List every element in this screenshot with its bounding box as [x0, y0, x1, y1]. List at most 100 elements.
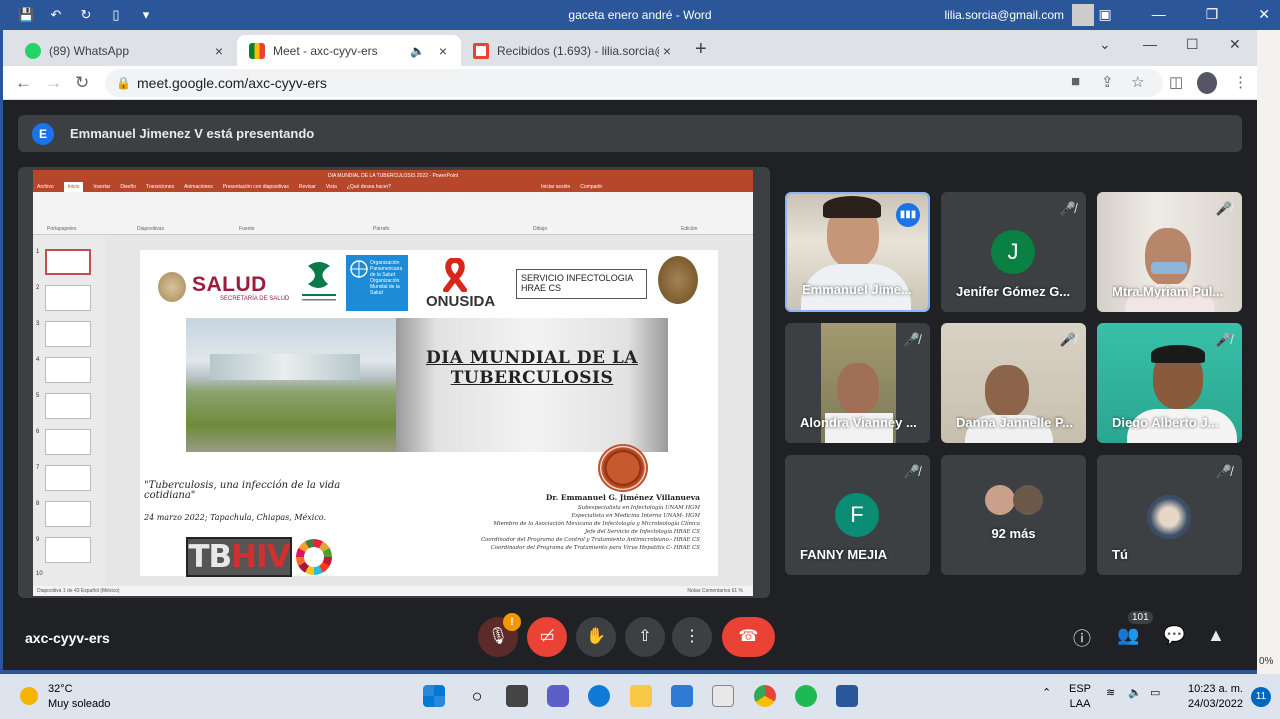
audio-playing-icon[interactable]: 🔈 — [410, 44, 425, 58]
thumb-number: 6 — [36, 429, 40, 435]
reload-icon[interactable]: ↻ — [75, 73, 89, 93]
sun-icon — [20, 687, 38, 705]
sdg-wheel-icon — [296, 539, 332, 575]
mic-off-icon: 🎤̸ — [1215, 464, 1232, 479]
teams-chat-icon[interactable] — [547, 685, 569, 707]
new-tab-icon[interactable]: + — [695, 38, 707, 61]
task-view-icon[interactable] — [506, 685, 528, 707]
restore-icon[interactable]: ❐ — [1206, 6, 1219, 23]
back-icon[interactable]: ← — [15, 73, 32, 93]
thumb-number: 10 — [36, 571, 43, 577]
participant-name: Emmanuel Jime... — [802, 282, 912, 297]
wifi-icon[interactable]: ≋ — [1106, 686, 1115, 699]
forward-icon[interactable]: → — [45, 73, 62, 93]
bookmark-star-icon[interactable]: ☆ — [1131, 73, 1144, 91]
share-icon[interactable]: ⇪ — [1101, 73, 1114, 91]
self-tile[interactable]: 🎤̸ Tú — [1097, 455, 1242, 575]
minimize-icon[interactable]: — — [1152, 6, 1166, 23]
more-options-button[interactable]: ⋮ — [672, 617, 712, 657]
participant-name: Alondra Vianney ... — [800, 415, 917, 430]
participant-tile[interactable]: 🎤̸ Danna Jannelle P... — [941, 323, 1086, 443]
tab-label: Recibidos (1.693) - lilia.sorcia@gm — [497, 43, 659, 58]
word-icon[interactable] — [836, 685, 858, 707]
tab-gmail[interactable]: Recibidos (1.693) - lilia.sorcia@gm × — [461, 35, 685, 66]
thumb-number: 3 — [36, 321, 40, 327]
participant-tile[interactable]: 🎤̸ Diego Alberto J... — [1097, 323, 1242, 443]
search-icon[interactable]: ○ — [466, 685, 488, 707]
start-icon[interactable] — [423, 685, 445, 707]
participant-tile[interactable]: 🎤̸ J Jenifer Gómez G... — [941, 192, 1086, 312]
shared-screen[interactable]: DIA MUNDIAL DE LA TUBERCULOSIS 2022 - Po… — [18, 167, 770, 598]
tab-close-icon[interactable]: × — [211, 43, 227, 59]
warning-badge[interactable]: ! — [503, 613, 521, 631]
activities-icon[interactable]: ▲ — [1207, 625, 1225, 646]
slide-thumbnail — [45, 393, 91, 419]
language-indicator[interactable]: ESP LAA — [1069, 682, 1091, 712]
who-text: Organización Panamericana de la Salud Or… — [370, 260, 403, 296]
tray-overflow-icon[interactable]: ⌃ — [1042, 686, 1051, 699]
side-panel-icon[interactable]: ◫ — [1169, 73, 1183, 91]
slide-thumbnail — [45, 429, 91, 455]
url-field[interactable]: 🔒 meet.google.com/axc-cyyv-ers — [105, 69, 1163, 97]
gmail-icon — [473, 42, 489, 59]
others-tile[interactable]: 92 más — [941, 455, 1086, 575]
chrome-close-icon[interactable]: ✕ — [1229, 36, 1241, 53]
mic-off-icon: 🎙 — [487, 628, 509, 645]
ribbon-group-label: Diapositivas — [137, 226, 164, 232]
slide-date: 24 marzo 2022; Tapachula, Chiapas, Méxic… — [144, 513, 327, 522]
word-user-email[interactable]: lilia.sorcia@gmail.com — [944, 8, 1064, 22]
clock-time: 10:23 a. m. — [1187, 683, 1243, 695]
tab-meet[interactable]: Meet - axc-cyyv-ers 🔈 × — [237, 35, 461, 66]
notepad-icon[interactable] — [712, 685, 734, 707]
tbhiv-hiv: HIV — [231, 539, 290, 575]
participant-tile[interactable]: ▮▮▮ Emmanuel Jime... — [785, 192, 930, 312]
lock-icon[interactable]: 🔒 — [116, 69, 131, 97]
chrome-maximize-icon[interactable]: ☐ — [1186, 36, 1199, 53]
ppt-tab: ¿Qué desea hacer? — [346, 184, 392, 190]
chrome-minimize-icon[interactable]: — — [1143, 36, 1157, 52]
camera-toggle-button[interactable]: ▭̸ — [527, 617, 567, 657]
participant-tile[interactable]: 🎤̸ Alondra Vianney ... — [785, 323, 930, 443]
spotify-icon[interactable] — [795, 685, 817, 707]
battery-icon[interactable]: ▭ — [1150, 686, 1160, 699]
ppt-status-text: Diapositiva 1 de 43 Español (México) — [37, 588, 120, 594]
hospital-photo — [186, 318, 396, 452]
tab-whatsapp[interactable]: (89) WhatsApp × — [13, 35, 237, 66]
chrome-menu-icon[interactable]: ⋮ — [1233, 73, 1248, 91]
slide-thumbnail — [45, 249, 91, 275]
close-icon[interactable]: ✕ — [1258, 6, 1270, 23]
ppt-workspace: 1 2 3 4 5 6 7 8 9 10 SALUD SECRETARÍA DE… — [33, 235, 753, 586]
present-button[interactable]: ⇧ — [625, 617, 665, 657]
meeting-info-icon[interactable]: ⓘ — [1073, 625, 1091, 651]
participant-tile[interactable]: 🎤̸ Mtra.Myriam Pul... — [1097, 192, 1242, 312]
ribbon-display-icon[interactable]: ▣ — [1098, 6, 1111, 23]
mexico-seal-icon — [158, 272, 186, 302]
edge-icon[interactable] — [588, 685, 610, 707]
word-user-avatar[interactable] — [1072, 4, 1094, 26]
volume-icon[interactable]: 🔈 — [1128, 686, 1142, 699]
self-avatar — [1147, 495, 1191, 539]
face-mask — [1151, 262, 1187, 274]
file-explorer-icon[interactable] — [630, 685, 652, 707]
camera-permission-icon[interactable]: ■ — [1071, 73, 1080, 90]
profile-avatar[interactable] — [1197, 72, 1217, 94]
leave-call-button[interactable]: ☎ — [722, 617, 775, 657]
ppt-ribbon: Portapapeles Diapositivas Fuente Párrafo… — [33, 192, 753, 235]
notification-badge[interactable]: 11 — [1251, 687, 1271, 707]
participant-tile[interactable]: 🎤̸ F FANNY MEJIA — [785, 455, 930, 575]
clock[interactable]: 10:23 a. m. 24/03/2022 — [1188, 682, 1243, 712]
people-icon[interactable]: 👥 — [1117, 625, 1139, 646]
participant-name: Danna Jannelle P... — [956, 415, 1073, 430]
mic-off-icon: 🎤̸ — [1059, 201, 1076, 216]
participant-name: Diego Alberto J... — [1112, 415, 1219, 430]
tab-close-icon[interactable]: × — [435, 43, 451, 59]
ppt-tab: Compartir — [580, 184, 603, 190]
store-icon[interactable] — [671, 685, 693, 707]
tab-search-icon[interactable]: ⌄ — [1099, 36, 1111, 53]
address-bar: ← → ↻ 🔒 meet.google.com/axc-cyyv-ers ■ ⇪… — [3, 66, 1257, 100]
tab-close-icon[interactable]: × — [659, 43, 675, 59]
chat-icon[interactable]: 💬 — [1163, 625, 1185, 646]
raise-hand-button[interactable]: ✋ — [576, 617, 616, 657]
keyboard-layout: LAA — [1069, 698, 1091, 710]
chrome-icon[interactable] — [754, 685, 776, 707]
